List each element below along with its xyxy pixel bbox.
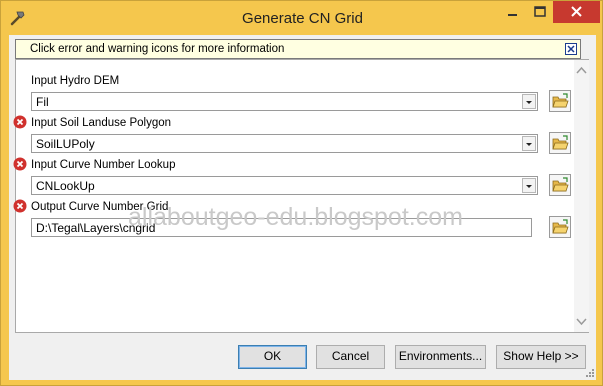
minimize-button[interactable]	[499, 1, 527, 23]
browse-curve-number-lookup-button[interactable]	[549, 174, 571, 196]
close-x-icon	[567, 45, 575, 53]
minimize-icon	[508, 14, 517, 16]
close-button[interactable]	[553, 1, 600, 23]
resize-grip-icon[interactable]	[585, 368, 595, 378]
error-icon[interactable]	[13, 115, 27, 129]
open-folder-icon	[552, 177, 569, 192]
close-icon	[571, 6, 582, 17]
hydro-dem-value: Fil	[36, 95, 49, 109]
browse-output-cn-grid-button[interactable]	[549, 216, 571, 238]
open-folder-icon	[552, 135, 569, 150]
curve-number-lookup-value: CNLookUp	[36, 179, 95, 193]
vertical-scrollbar[interactable]	[574, 60, 589, 332]
dropdown-button[interactable]	[522, 94, 536, 109]
error-icon[interactable]	[13, 199, 27, 213]
info-close-button[interactable]	[565, 43, 577, 55]
param-label-curve-number-lookup: Input Curve Number Lookup	[31, 159, 176, 171]
param-label-hydro-dem: Input Hydro DEM	[31, 75, 120, 87]
chevron-down-icon	[526, 101, 532, 104]
chevron-down-icon	[526, 143, 532, 146]
browse-hydro-dem-button[interactable]	[549, 90, 571, 112]
dropdown-button[interactable]	[522, 136, 536, 151]
cancel-button[interactable]: Cancel	[316, 345, 385, 369]
info-text: Click error and warning icons for more i…	[30, 43, 285, 55]
parameters-panel: Input Hydro DEM Fil Input Soil Landuse P…	[13, 59, 589, 333]
maximize-icon	[534, 6, 546, 17]
show-help-button[interactable]: Show Help >>	[496, 345, 586, 369]
dropdown-button[interactable]	[522, 178, 536, 193]
open-folder-icon	[552, 219, 569, 234]
soil-landuse-combo[interactable]: SoilLUPoly	[31, 134, 538, 153]
chevron-down-icon	[526, 185, 532, 188]
tool-dialog-window: Generate CN Grid Click error and warning…	[0, 0, 603, 386]
param-label-soil-landuse: Input Soil Landuse Polygon	[31, 117, 172, 129]
open-folder-icon	[552, 93, 569, 108]
maximize-button[interactable]	[527, 1, 553, 23]
scroll-up-icon[interactable]	[574, 64, 589, 78]
hydro-dem-combo[interactable]: Fil	[31, 92, 538, 111]
watermark-text: allaboutgeo-edu.blogspot.com	[128, 203, 463, 231]
browse-soil-landuse-button[interactable]	[549, 132, 571, 154]
ok-button[interactable]: OK	[238, 345, 307, 369]
environments-button[interactable]: Environments...	[395, 345, 486, 369]
scroll-down-icon[interactable]	[574, 314, 589, 328]
error-icon[interactable]	[13, 157, 27, 171]
soil-landuse-value: SoilLUPoly	[36, 137, 95, 151]
info-bar: Click error and warning icons for more i…	[15, 39, 581, 59]
curve-number-lookup-combo[interactable]: CNLookUp	[31, 176, 538, 195]
dialog-body: Click error and warning icons for more i…	[9, 35, 596, 380]
title-bar[interactable]: Generate CN Grid	[1, 1, 603, 35]
